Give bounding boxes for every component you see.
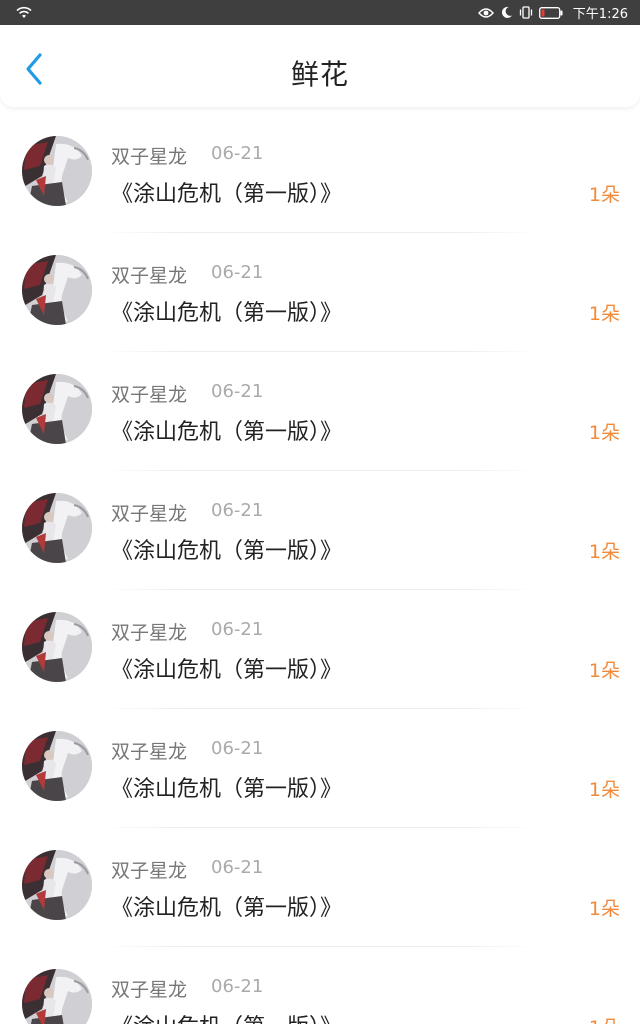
status-left [16,6,32,19]
sender-name: 双子星龙 [111,979,188,1001]
flower-count: 1朵 [588,303,620,325]
eye-icon [477,7,494,19]
item-date: 06-21 [211,143,264,164]
item-date: 06-21 [211,500,264,521]
flower-count: 1朵 [588,898,620,920]
flower-count: 1朵 [588,779,620,801]
list-item[interactable]: 双子星龙 06-21 《涂山危机（第一版）》 1朵 [0,233,640,352]
moon-icon [500,6,513,19]
book-title: 《涂山危机（第一版）》 [111,301,343,326]
book-title: 《涂山危机（第一版）》 [111,420,343,445]
sender-name: 双子星龙 [111,265,188,287]
item-date: 06-21 [211,738,264,759]
book-title: 《涂山危机（第一版）》 [111,539,343,564]
book-title: 《涂山危机（第一版）》 [111,777,343,802]
sender-name: 双子星龙 [111,384,188,406]
sender-name: 双子星龙 [111,741,188,763]
flower-list: 双子星龙 06-21 《涂山危机（第一版）》 1朵 双子星龙 06-21 《涂山危机（第一版… [0,114,640,1024]
item-date: 06-21 [211,619,264,640]
vibrate-icon [519,6,533,19]
sender-name: 双子星龙 [111,622,188,644]
sender-name: 双子星龙 [111,860,188,882]
sender-name: 双子星龙 [111,503,188,525]
flower-count: 1朵 [589,1013,620,1024]
avatar[interactable] [22,731,92,801]
list-item[interactable]: 双子星龙 06-21 《涂山危机（第一版）》 1朵 [0,114,640,233]
book-title: 《涂山危机（第一版）》 [111,896,343,921]
avatar[interactable] [22,255,92,325]
battery-icon [538,6,563,19]
avatar[interactable] [22,612,92,682]
status-bar: 下午1:26 [0,0,640,25]
list-item[interactable]: 双子星龙 06-21 《涂山危机（第一版）》 1朵 [0,709,640,828]
wifi-icon [16,6,32,19]
list-item[interactable]: 双子星龙 06-21 《涂山危机（第一版）》 1朵 [0,590,640,709]
status-right: 下午1:26 [477,3,628,22]
book-title: 《涂山危机（第一版）》 [111,1009,342,1024]
flower-count: 1朵 [588,184,620,206]
item-date: 06-21 [211,262,264,283]
header: 鲜花 [0,25,640,107]
avatar[interactable] [22,136,92,206]
sender-name: 双子星龙 [111,146,188,168]
item-date: 06-21 [211,976,264,997]
list-item[interactable]: 双子星龙 06-21 《涂山危机（第一版）》 1朵 [0,828,640,947]
item-date: 06-21 [211,857,264,878]
book-title: 《涂山危机（第一版）》 [111,182,343,207]
item-date: 06-21 [211,381,264,402]
flower-count: 1朵 [588,541,620,563]
status-time: 下午1:26 [572,7,628,22]
book-title: 《涂山危机（第一版）》 [111,658,343,683]
list-item[interactable]: 双子星龙 06-21 《涂山危机（第一版）》 1朵 [0,352,640,471]
flower-count: 1朵 [588,660,620,682]
list-item[interactable]: 双子星龙 06-21 《涂山危机（第一版）》 1朵 [0,471,640,590]
avatar[interactable] [22,850,92,920]
page-title: 鲜花 [290,58,349,91]
avatar[interactable] [22,969,92,1024]
avatar[interactable] [22,374,92,444]
flower-count: 1朵 [588,422,620,444]
list-item[interactable]: 双子星龙 06-21 《涂山危机（第一版）》 1朵 [0,947,640,1024]
avatar[interactable] [22,493,92,563]
